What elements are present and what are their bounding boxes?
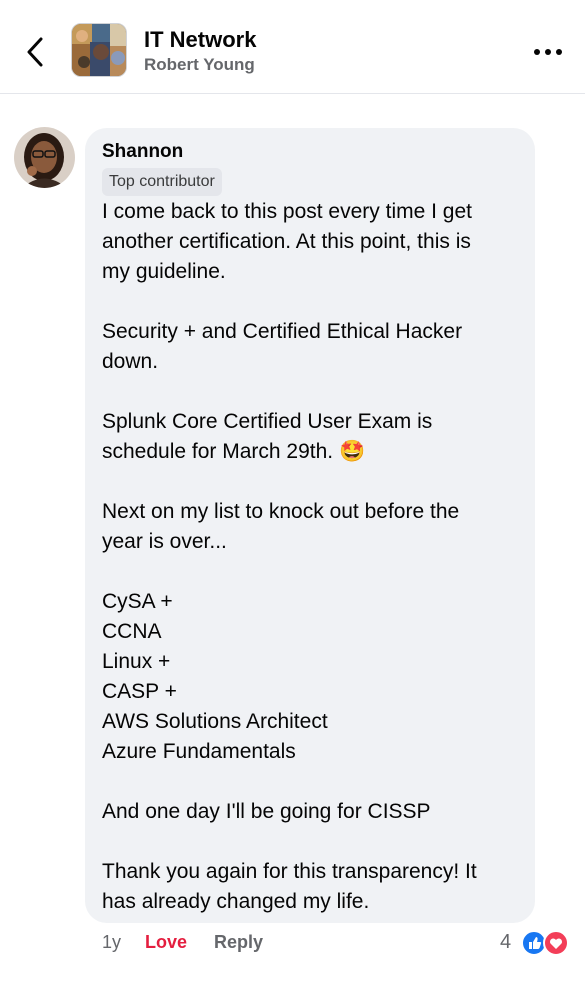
back-button[interactable] bbox=[18, 32, 52, 72]
like-reaction-icon bbox=[521, 930, 547, 956]
love-reaction-button[interactable]: Love bbox=[145, 932, 187, 953]
comment-line: CASP + bbox=[102, 680, 177, 703]
chevron-left-icon bbox=[27, 37, 43, 67]
comment-line: Next on my list to knock out before the bbox=[102, 500, 460, 523]
comment-line: down. bbox=[102, 350, 159, 373]
comment-line: AWS Solutions Architect bbox=[102, 710, 328, 733]
more-options-button[interactable] bbox=[528, 38, 568, 66]
more-horizontal-icon bbox=[534, 49, 562, 55]
comment-line: has already changed my life. bbox=[102, 890, 370, 913]
comment-line: Splunk Core Certified User Exam is bbox=[102, 410, 433, 433]
comment-line: CySA + bbox=[102, 590, 173, 613]
group-admin-name: Robert Young bbox=[144, 55, 255, 74]
comment-blank-line bbox=[102, 287, 519, 317]
comment-line: I come back to this post every time I ge… bbox=[102, 200, 472, 223]
top-contributor-badge: Top contributor bbox=[102, 168, 222, 196]
comment-body: I come back to this post every time I ge… bbox=[102, 197, 519, 917]
reply-button[interactable]: Reply bbox=[214, 932, 263, 953]
comment-blank-line bbox=[102, 557, 519, 587]
comment-line: And one day I'll be going for CISSP bbox=[102, 800, 431, 823]
group-title[interactable]: IT Network bbox=[144, 27, 256, 53]
comment-line: my guideline. bbox=[102, 260, 226, 283]
comment-blank-line bbox=[102, 827, 519, 857]
comment-line: Thank you again for this transparency! I… bbox=[102, 860, 477, 883]
comment-line: CCNA bbox=[102, 620, 162, 643]
love-reaction-icon bbox=[543, 930, 569, 956]
comment-blank-line bbox=[102, 467, 519, 497]
comment-line: Azure Fundamentals bbox=[102, 740, 296, 763]
comment-blank-line bbox=[102, 767, 519, 797]
comment-author[interactable]: Shannon bbox=[102, 140, 519, 164]
reaction-icons[interactable] bbox=[521, 930, 571, 956]
commenter-avatar[interactable] bbox=[14, 127, 75, 188]
top-bar: IT Network Robert Young bbox=[0, 0, 585, 94]
comment-line: another certification. At this point, th… bbox=[102, 230, 471, 253]
comment-age[interactable]: 1y bbox=[102, 932, 121, 953]
comment-line: schedule for March 29th. 🤩 bbox=[102, 440, 366, 463]
comment-bubble: Shannon Top contributor I come back to t… bbox=[85, 128, 535, 923]
comment-line: year is over... bbox=[102, 530, 227, 553]
comment-blank-line bbox=[102, 377, 519, 407]
comment-line: Security + and Certified Ethical Hacker bbox=[102, 320, 463, 343]
comment-actions: 1y Love Reply 4 bbox=[102, 929, 572, 959]
group-avatar[interactable] bbox=[71, 23, 127, 77]
reaction-count[interactable]: 4 bbox=[500, 931, 511, 954]
comment-line: Linux + bbox=[102, 650, 171, 673]
